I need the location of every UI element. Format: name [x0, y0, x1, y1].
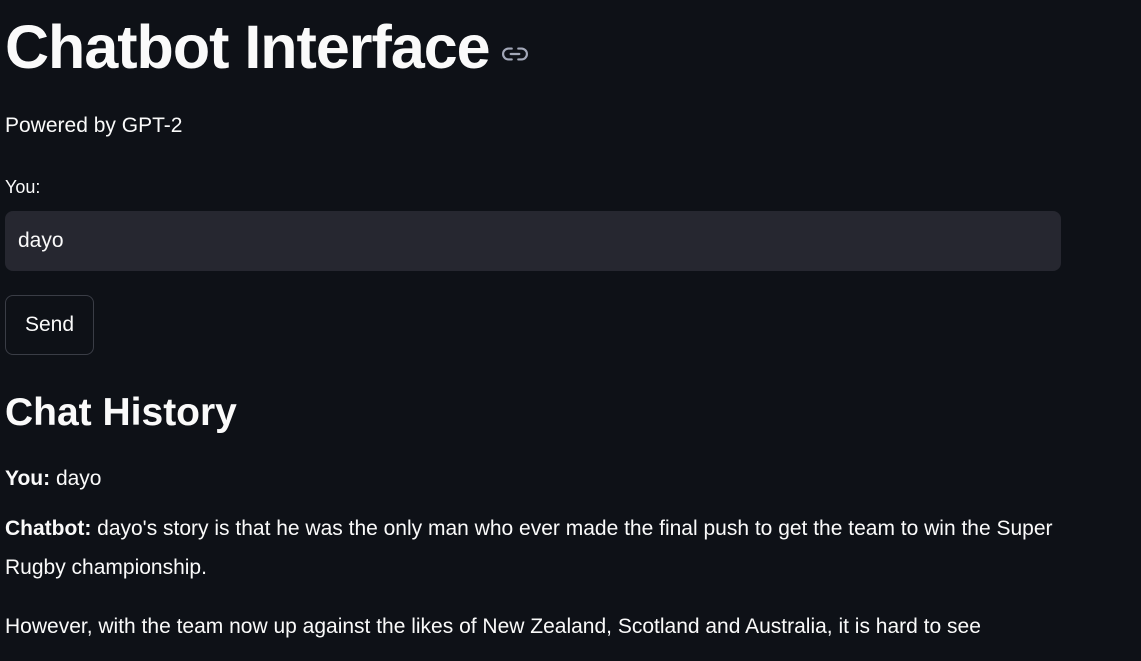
chat-history-heading: Chat History	[5, 391, 237, 434]
message-text: dayo's story is that he was the only man…	[5, 517, 1053, 579]
speaker-label: Chatbot:	[5, 517, 92, 540]
chat-message-user: You: dayo	[5, 459, 1115, 498]
link-icon[interactable]	[501, 41, 528, 67]
message-input[interactable]	[5, 211, 1061, 271]
send-button[interactable]: Send	[5, 295, 94, 355]
speaker-label: You:	[5, 467, 51, 490]
page-title: Chatbot Interface	[5, 13, 491, 81]
subtitle: Powered by GPT-2	[5, 114, 183, 137]
chat-message-bot: Chatbot: dayo's story is that he was the…	[5, 509, 1115, 587]
input-label: You:	[5, 177, 41, 197]
main-content: Chatbot Interface Powered by GPT-2 You: …	[5, 0, 1115, 646]
chat-message-bot-continuation: However, with the team now up against th…	[5, 615, 981, 638]
message-text: dayo	[50, 467, 102, 490]
header: Chatbot Interface	[5, 0, 1115, 95]
